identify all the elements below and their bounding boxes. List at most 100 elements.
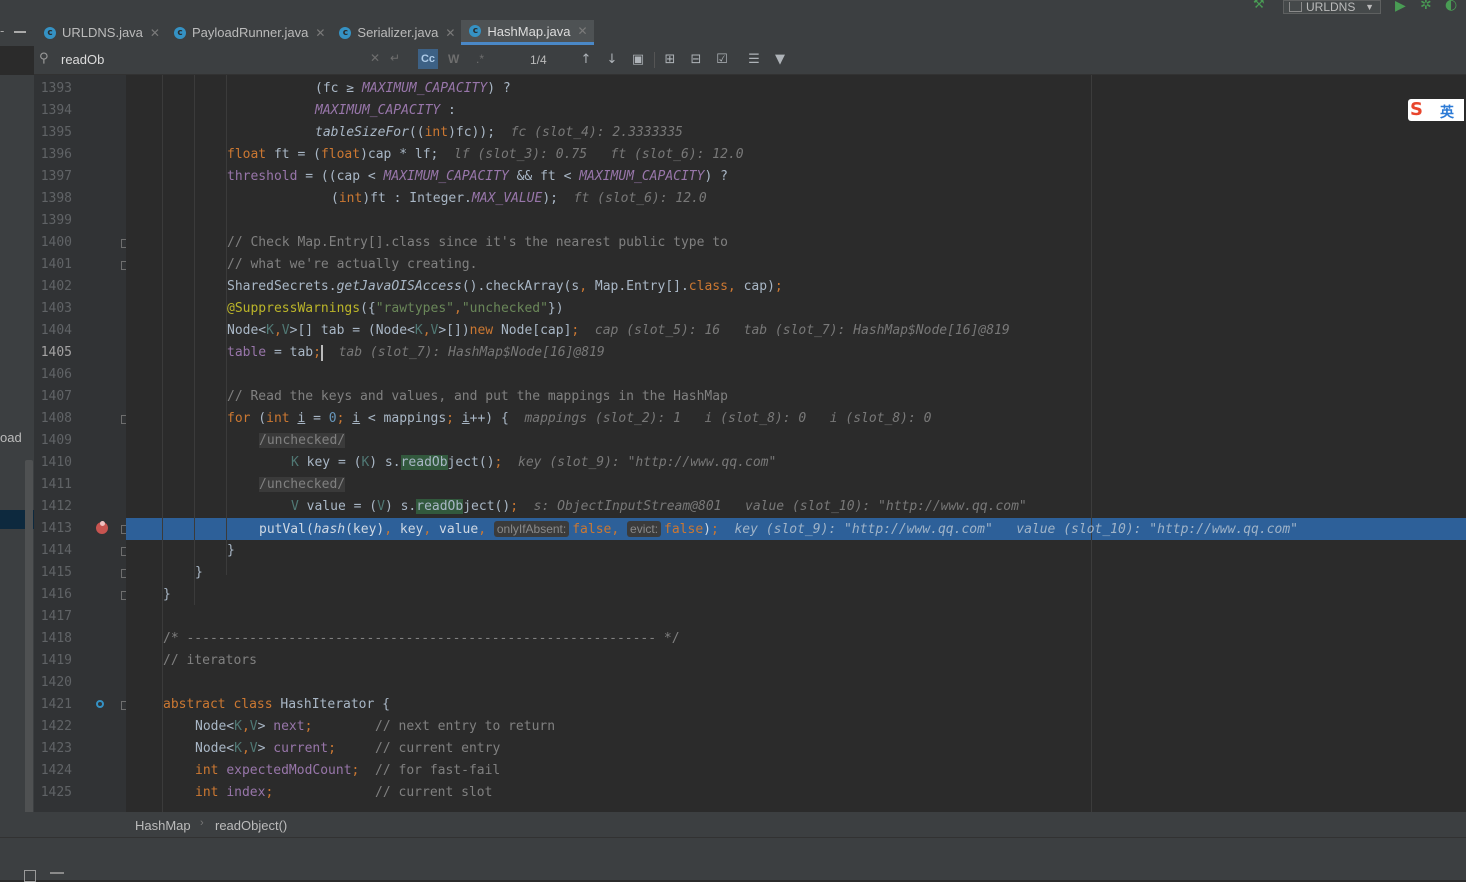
list-icon[interactable] bbox=[50, 872, 64, 874]
code-line-1418: /* -------------------------------------… bbox=[163, 631, 680, 646]
class-icon: c bbox=[339, 26, 352, 39]
inline-debug-hint: ft (slot_6): 12.0 bbox=[610, 147, 744, 162]
code-line-1396: float ft = (float)cap * lf; lf (slot_3):… bbox=[227, 147, 744, 162]
code-line-1419: // iterators bbox=[163, 653, 257, 668]
remove-occurrence-icon[interactable]: ⊟ bbox=[688, 52, 704, 68]
inline-debug-hint: lf (slot_3): 0.75 bbox=[454, 147, 588, 162]
regex-toggle[interactable]: .* bbox=[476, 52, 484, 66]
line-number: 1394 bbox=[40, 103, 72, 118]
breadcrumb-class[interactable]: HashMap bbox=[135, 818, 191, 833]
code-line-1413: putVal(hash(key), key, value, onlyIfAbse… bbox=[259, 521, 1299, 537]
whole-words-toggle[interactable]: W bbox=[448, 52, 459, 66]
code-line-1414: } bbox=[227, 543, 235, 558]
code-line-1422: Node<K,V> next; // next entry to return bbox=[195, 719, 556, 734]
editor-gutter: 1393 1394 1395 1396 1397 1398 1399 1400 … bbox=[34, 75, 130, 812]
tab-label: Serializer.java bbox=[357, 25, 439, 40]
line-number: 1398 bbox=[40, 191, 72, 206]
minimize-icon[interactable] bbox=[14, 31, 26, 33]
code-line-1402: SharedSecrets.getJavaOISAccess().checkAr… bbox=[227, 279, 783, 294]
line-number: 1396 bbox=[40, 147, 72, 162]
find-bar: ⚲ readOb ✕ ↵ Cc W .* 1/4 ↑ ↓ ▣ ⊞ ⊟ ☑ ☰ ▼ bbox=[34, 46, 1466, 75]
breadcrumb-method[interactable]: readObject() bbox=[215, 818, 287, 833]
arrow-down-icon[interactable]: ↓ bbox=[604, 52, 620, 68]
code-line-1407: // Read the keys and values, and put the… bbox=[227, 389, 728, 404]
close-icon[interactable]: ✕ bbox=[315, 26, 325, 40]
calculator-icon[interactable] bbox=[24, 870, 36, 882]
indent-guide bbox=[194, 75, 195, 605]
sogou-logo-icon: S bbox=[1410, 99, 1423, 120]
code-line-1405: table = tab; tab (slot_7): HashMap$Node[… bbox=[227, 344, 605, 361]
breakpoint-check-mark bbox=[100, 521, 105, 526]
line-number: 1407 bbox=[40, 389, 72, 404]
close-icon[interactable]: ✕ bbox=[150, 26, 160, 40]
match-case-toggle[interactable]: Cc bbox=[418, 49, 438, 69]
search-input[interactable]: readOb bbox=[61, 52, 104, 67]
run-configuration-select[interactable]: URLDNS ▼ bbox=[1283, 0, 1381, 14]
code-line-1415: } bbox=[195, 565, 203, 580]
filter-icon[interactable]: ▼ bbox=[772, 52, 788, 68]
gear-icon[interactable]: - bbox=[0, 24, 4, 38]
ime-indicator[interactable]: S 英 bbox=[1408, 99, 1464, 121]
line-number: 1425 bbox=[40, 785, 72, 800]
inline-debug-hint: fc (slot_4): 2.3333335 bbox=[510, 125, 683, 140]
close-icon[interactable]: ✕ bbox=[578, 24, 588, 38]
tab-serializer[interactable]: c Serializer.java ✕ bbox=[331, 20, 461, 45]
inline-debug-hint: key (slot_9): "http://www.qq.com" bbox=[734, 522, 993, 537]
class-icon: c bbox=[44, 26, 56, 39]
code-line-1409: /unchecked/ bbox=[259, 433, 346, 448]
new-line-icon[interactable]: ↵ bbox=[390, 51, 400, 65]
parameter-hint: onlyIfAbsent: bbox=[493, 521, 570, 537]
tab-payloadrunner[interactable]: c PayloadRunner.java ✕ bbox=[166, 20, 331, 45]
close-icon[interactable]: ✕ bbox=[445, 26, 455, 40]
tool-window-controls: - bbox=[0, 20, 34, 46]
tab-hashmap[interactable]: c HashMap.java ✕ bbox=[461, 20, 594, 45]
inline-debug-hint: key (slot_9): "http://www.qq.com" bbox=[518, 455, 777, 470]
line-number: 1406 bbox=[40, 367, 72, 382]
arrow-up-icon[interactable]: ↑ bbox=[578, 52, 594, 68]
debug-icon[interactable]: ✲ bbox=[1420, 0, 1432, 13]
line-number: 1395 bbox=[40, 125, 72, 140]
code-line-1400: // Check Map.Entry[].class since it's th… bbox=[227, 235, 728, 250]
code-line-1401: // what we're actually creating. bbox=[227, 257, 478, 272]
match-counter: 1/4 bbox=[530, 53, 547, 67]
inline-debug-hint: i (slot_8): 0 bbox=[829, 411, 932, 426]
line-number: 1422 bbox=[40, 719, 72, 734]
implemented-icon[interactable] bbox=[96, 700, 104, 708]
select-all-occurrences-icon[interactable]: ▣ bbox=[630, 52, 646, 68]
coverage-icon[interactable]: ◐ bbox=[1445, 0, 1457, 13]
inline-debug-hint: mappings (slot_2): 1 bbox=[524, 411, 681, 426]
inline-debug-hint: i (slot_8): 0 bbox=[704, 411, 807, 426]
line-number: 1413 bbox=[40, 521, 72, 536]
inline-debug-hint: tab (slot_7): HashMap$Node[16]@819 bbox=[338, 345, 605, 360]
code-line-1412: V value = (V) s.readObject(); s: ObjectI… bbox=[291, 499, 1027, 514]
chevron-down-icon: ▼ bbox=[1365, 2, 1374, 12]
inline-debug-hint: cap (slot_5): 16 bbox=[594, 323, 721, 338]
select-all-icon[interactable]: ☑ bbox=[714, 52, 730, 68]
code-line-1423: Node<K,V> current; // current entry bbox=[195, 741, 501, 756]
code-line-1403: @SuppressWarnings({"rawtypes","unchecked… bbox=[227, 301, 564, 316]
code-editor[interactable]: (fc ≥ MAXIMUM_CAPACITY) ? MAXIMUM_CAPACI… bbox=[126, 75, 1466, 812]
line-number: 1408 bbox=[40, 411, 72, 426]
filter-results-icon[interactable]: ☰ bbox=[746, 52, 762, 68]
line-number: 1403 bbox=[40, 301, 72, 316]
clear-search-icon[interactable]: ✕ bbox=[370, 51, 380, 65]
inline-debug-hint: value (slot_10): "http://www.qq.com" bbox=[745, 499, 1027, 514]
code-line-1398: (int)ft : Integer.MAX_VALUE); ft (slot_6… bbox=[331, 191, 707, 206]
line-number: 1424 bbox=[40, 763, 72, 778]
line-number: 1418 bbox=[40, 631, 72, 646]
tab-label: PayloadRunner.java bbox=[191, 25, 309, 40]
bottom-toolbar bbox=[0, 837, 1466, 882]
build-hammer-icon[interactable]: ⚒ bbox=[1253, 0, 1265, 12]
search-icon[interactable]: ⚲ bbox=[39, 51, 49, 66]
line-number: 1409 bbox=[40, 433, 72, 448]
line-number: 1421 bbox=[40, 697, 72, 712]
add-occurrence-icon[interactable]: ⊞ bbox=[662, 52, 678, 68]
tab-urldns[interactable]: c URLDNS.java ✕ bbox=[36, 20, 166, 45]
line-number: 1416 bbox=[40, 587, 72, 602]
code-line-1425: int index; // current slot bbox=[195, 785, 493, 800]
parameter-hint: evict: bbox=[627, 521, 662, 537]
run-icon[interactable]: ▶ bbox=[1395, 0, 1406, 14]
application-icon bbox=[1289, 2, 1302, 12]
scrollbar-thumb[interactable] bbox=[25, 460, 33, 835]
run-configuration-label: URLDNS bbox=[1306, 0, 1356, 14]
